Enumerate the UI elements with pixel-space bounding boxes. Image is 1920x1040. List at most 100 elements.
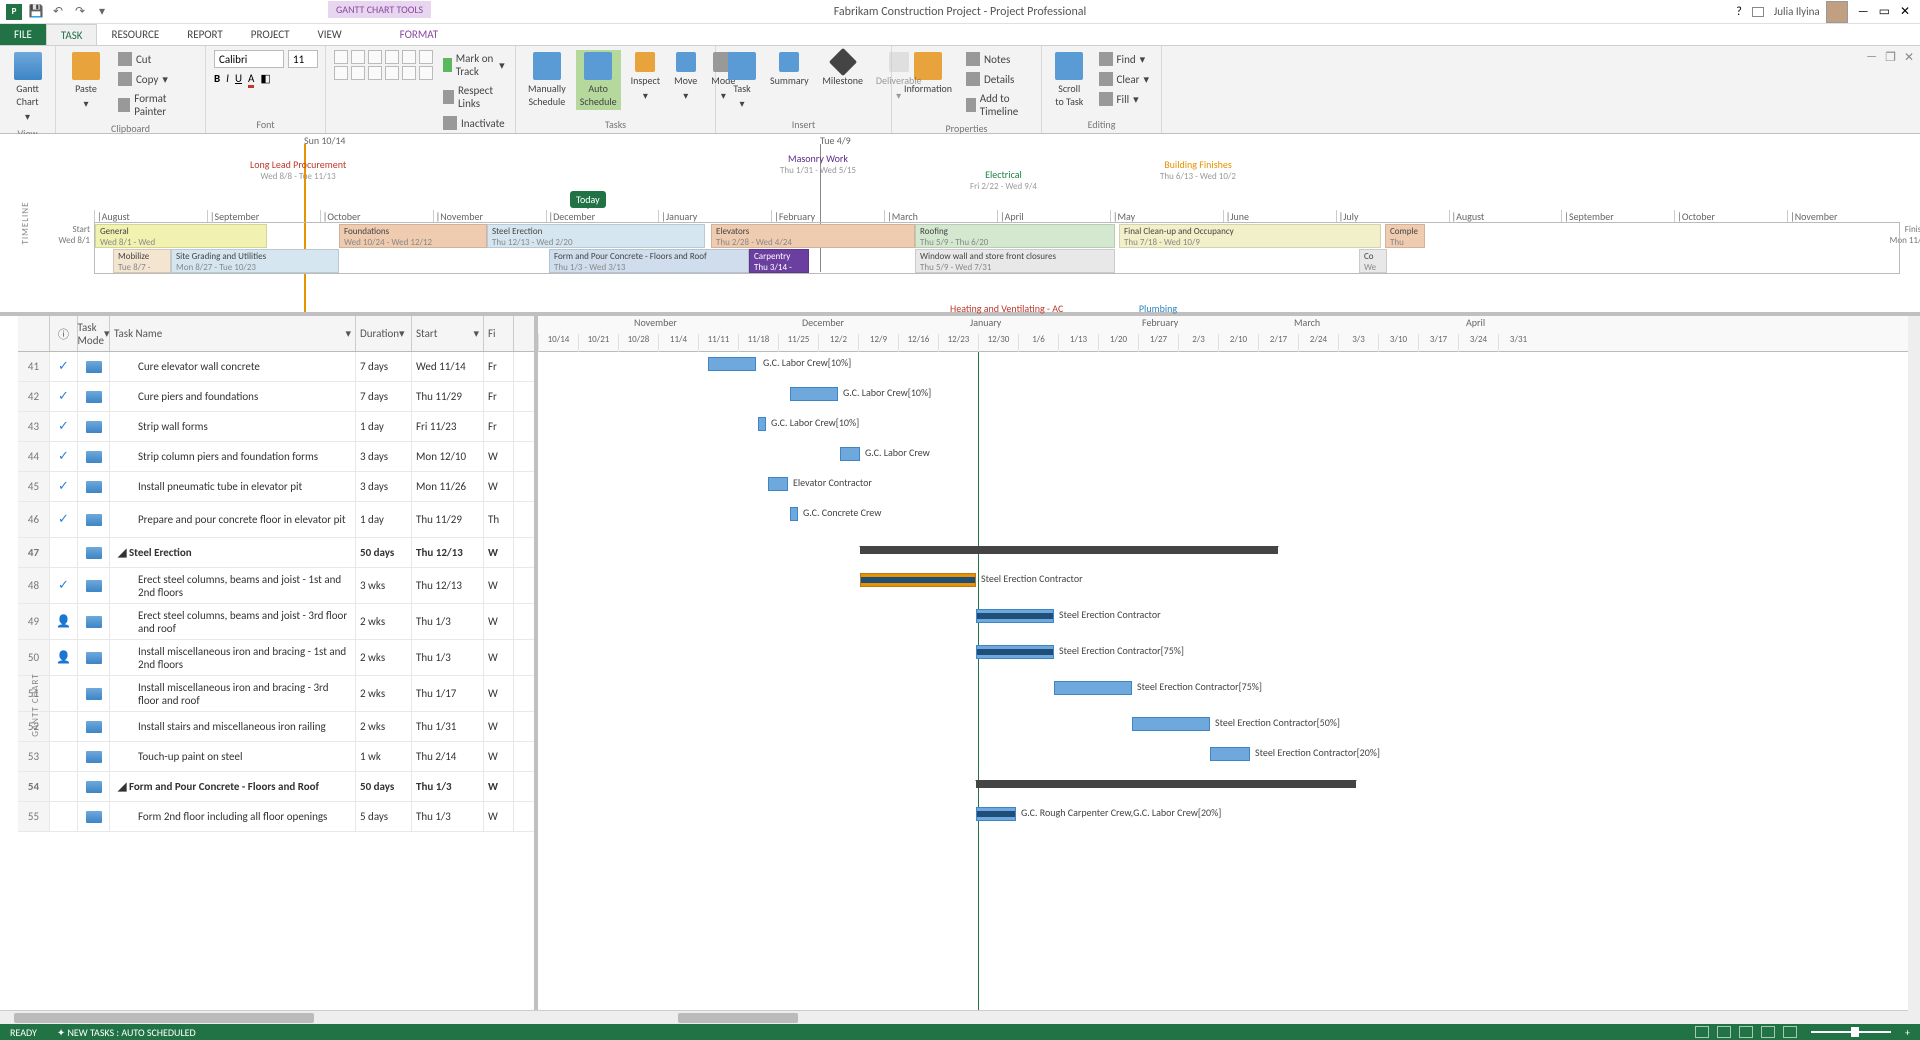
sub-restore-icon[interactable]: ❐ — [1885, 50, 1896, 65]
timeline-bar[interactable]: CompleThu — [1385, 224, 1425, 248]
indent-progress-buttons[interactable] — [334, 50, 433, 64]
maximize-icon[interactable]: ▭ — [1879, 4, 1890, 19]
clear-button[interactable]: Clear ▾ — [1095, 70, 1154, 88]
bold-button[interactable]: B — [214, 72, 220, 88]
ribbon-collapse-icon[interactable] — [1752, 7, 1764, 17]
col-task-name[interactable]: Task Name▾ — [110, 316, 356, 351]
timeline-bar[interactable]: MobilizeTue 8/7 - — [113, 249, 171, 273]
add-timeline-button[interactable]: Add to Timeline — [962, 90, 1033, 120]
inactivate-button[interactable]: Inactivate — [439, 114, 509, 132]
table-row[interactable]: 45✓Install pneumatic tube in elevator pi… — [18, 472, 534, 502]
task-button[interactable]: Task▾ — [724, 50, 760, 112]
col-indicator[interactable]: ⓘ — [50, 316, 78, 351]
timeline-bar[interactable]: RoofingThu 5/9 - Thu 6/20 — [915, 224, 1115, 248]
col-start[interactable]: Start▾ — [412, 316, 484, 351]
table-row[interactable]: 43✓Strip wall forms1 dayFri 11/23Fr — [18, 412, 534, 442]
tab-view[interactable]: VIEW — [303, 24, 355, 45]
undo-icon[interactable]: ↶ — [50, 4, 66, 20]
task-bar[interactable] — [1132, 717, 1210, 731]
find-button[interactable]: Find ▾ — [1095, 50, 1154, 68]
sub-close-icon[interactable]: ✕ — [1904, 50, 1914, 65]
scroll-to-task-button[interactable]: Scroll to Task — [1050, 50, 1089, 110]
table-row[interactable]: 44✓Strip column piers and foundation for… — [18, 442, 534, 472]
task-bar[interactable] — [790, 507, 798, 521]
minimize-icon[interactable]: — — [1858, 5, 1869, 19]
table-row[interactable]: 46✓Prepare and pour concrete floor in el… — [18, 502, 534, 538]
user-account[interactable]: Julia Ilyina — [1774, 1, 1848, 23]
fill-color-button[interactable]: ◧ — [260, 72, 270, 88]
view-usage-icon[interactable] — [1717, 1026, 1731, 1038]
task-bar[interactable] — [860, 573, 976, 587]
link-outdent-buttons[interactable] — [334, 66, 433, 80]
task-bar[interactable] — [976, 807, 1016, 821]
copy-button[interactable]: Copy ▾ — [114, 70, 197, 88]
task-bar[interactable] — [768, 477, 788, 491]
col-duration[interactable]: Duration ▾ — [356, 316, 412, 351]
respect-links-button[interactable]: Respect Links — [439, 82, 509, 112]
task-bar[interactable] — [758, 417, 766, 431]
gantt-chart[interactable]: NovemberDecemberJanuaryFebruaryMarchApri… — [538, 316, 1920, 1024]
table-row[interactable]: 47◢ Steel Erection50 daysThu 12/13W — [18, 538, 534, 568]
gantt-table[interactable]: ⓘ Task Mode ▾ Task Name▾ Duration ▾ Star… — [18, 316, 538, 1024]
zoom-in-icon[interactable]: + — [1905, 1026, 1910, 1039]
redo-icon[interactable]: ↷ — [72, 4, 88, 20]
sub-minimize-icon[interactable]: — — [1866, 50, 1877, 65]
notes-button[interactable]: Notes — [962, 50, 1033, 68]
save-icon[interactable]: 💾 — [28, 4, 44, 20]
table-row[interactable]: 53Touch-up paint on steel1 wkThu 2/14W — [18, 742, 534, 772]
task-bar[interactable] — [1210, 747, 1250, 761]
view-network-icon[interactable] — [1739, 1026, 1753, 1038]
tab-project[interactable]: PROJECT — [237, 24, 304, 45]
view-calendar-icon[interactable] — [1761, 1026, 1775, 1038]
timeline-bar[interactable]: CoWe — [1359, 249, 1387, 273]
table-row[interactable]: 49👤Erect steel columns, beams and joist … — [18, 604, 534, 640]
tab-report[interactable]: REPORT — [173, 24, 237, 45]
table-row[interactable]: 50👤Install miscellaneous iron and bracin… — [18, 640, 534, 676]
timeline-bar[interactable]: CarpentryThu 3/14 - — [749, 249, 809, 273]
timeline-bar[interactable]: ElevatorsThu 2/28 - Wed 4/24 — [711, 224, 915, 248]
zoom-slider[interactable] — [1811, 1031, 1891, 1033]
font-size-combo[interactable] — [288, 50, 318, 68]
cut-button[interactable]: Cut — [114, 50, 197, 68]
timeline-callout[interactable]: Building FinishesThu 6/13 - Wed 10/2 — [1160, 158, 1236, 182]
table-hscroll[interactable] — [18, 1010, 538, 1024]
chart-vscroll[interactable] — [1908, 316, 1920, 1024]
timeline-bar[interactable]: Window wall and store front closuresThu … — [915, 249, 1115, 273]
deliverable-button[interactable]: Deliverable▾ — [873, 50, 925, 104]
timeline-bar[interactable]: Final Clean-up and OccupancyThu 7/18 - W… — [1119, 224, 1381, 248]
view-gantt-icon[interactable] — [1695, 1026, 1709, 1038]
table-row[interactable]: 54◢ Form and Pour Concrete - Floors and … — [18, 772, 534, 802]
timeline-bar[interactable]: FoundationsWed 10/24 - Wed 12/12 — [339, 224, 487, 248]
table-row[interactable]: 41✓Cure elevator wall concrete7 daysWed … — [18, 352, 534, 382]
table-row[interactable]: 51Install miscellaneous iron and bracing… — [18, 676, 534, 712]
timeline-callout[interactable]: ElectricalFri 2/22 - Wed 9/4 — [970, 168, 1037, 192]
view-sheet-icon[interactable] — [1783, 1026, 1797, 1038]
move-button[interactable]: Move▾ — [670, 50, 701, 104]
timeline-bar[interactable]: Steel ErectionThu 12/13 - Wed 2/20 — [487, 224, 705, 248]
tab-task[interactable]: TASK — [46, 24, 98, 45]
tab-resource[interactable]: RESOURCE — [97, 24, 173, 45]
timeline-bar[interactable]: Site Grading and UtilitiesMon 8/27 - Tue… — [171, 249, 339, 273]
auto-schedule-button[interactable]: Auto Schedule — [576, 50, 621, 110]
manually-schedule-button[interactable]: Manually Schedule — [524, 50, 570, 110]
task-bar[interactable] — [790, 387, 838, 401]
font-name-combo[interactable] — [214, 50, 284, 68]
close-icon[interactable]: ✕ — [1900, 4, 1910, 19]
fill-button[interactable]: Fill ▾ — [1095, 90, 1154, 108]
chart-hscroll[interactable] — [538, 1010, 1920, 1024]
font-color-button[interactable]: A — [248, 72, 254, 88]
col-finish[interactable]: Fi — [484, 316, 514, 351]
tab-format[interactable]: FORMAT — [386, 24, 452, 45]
milestone-button[interactable]: Milestone — [819, 50, 867, 89]
inspect-button[interactable]: Inspect▾ — [627, 50, 665, 104]
format-painter-button[interactable]: Format Painter — [114, 90, 197, 120]
table-row[interactable]: 55Form 2nd floor including all floor ope… — [18, 802, 534, 832]
table-row[interactable]: 48✓Erect steel columns, beams and joist … — [18, 568, 534, 604]
timeline-pane[interactable]: TIMELINE StartWed 8/1 FinishMon 11/4 Sun… — [0, 134, 1920, 316]
mark-on-track-button[interactable]: Mark on Track ▾ — [439, 50, 509, 80]
paste-button[interactable]: Paste▾ — [64, 50, 108, 112]
timeline-callout[interactable]: Masonry WorkThu 1/31 - Wed 5/15 — [780, 152, 856, 176]
qat-dropdown-icon[interactable]: ▾ — [94, 4, 110, 20]
task-bar[interactable] — [976, 645, 1054, 659]
table-row[interactable]: 52Install stairs and miscellaneous iron … — [18, 712, 534, 742]
